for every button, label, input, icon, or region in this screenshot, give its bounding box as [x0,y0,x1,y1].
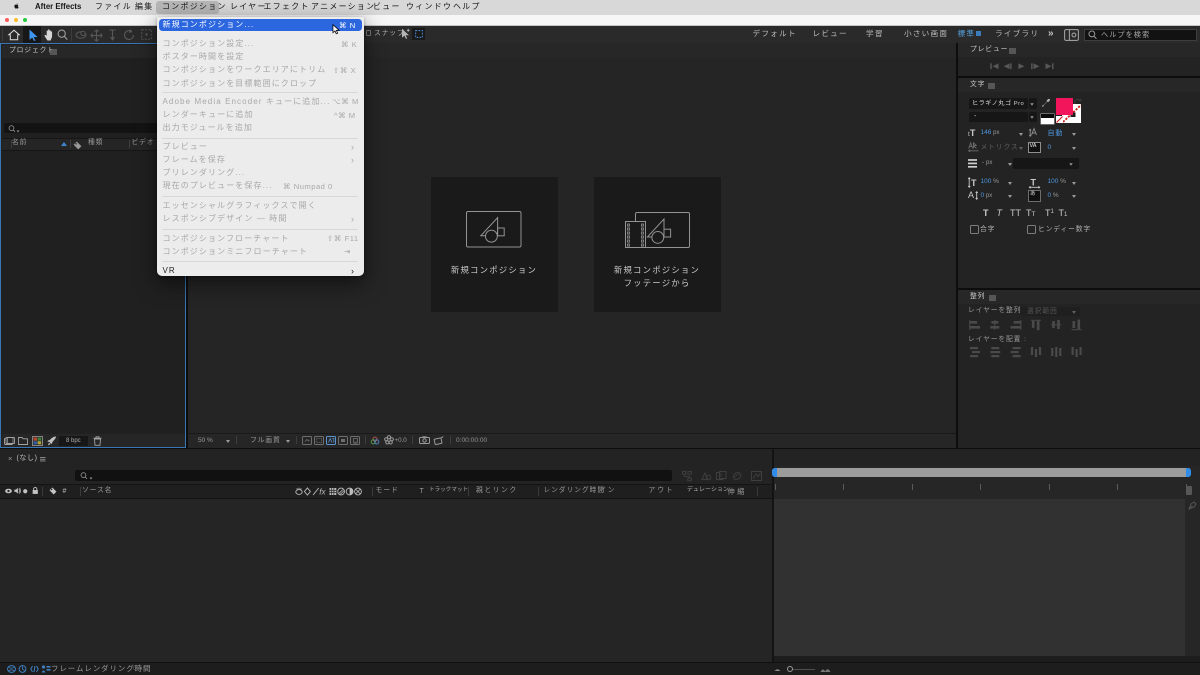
svg-text:T: T [971,178,977,188]
svg-text:fx: fx [319,487,326,496]
svg-text:A: A [968,190,974,200]
svg-text:T: T [1031,177,1037,187]
